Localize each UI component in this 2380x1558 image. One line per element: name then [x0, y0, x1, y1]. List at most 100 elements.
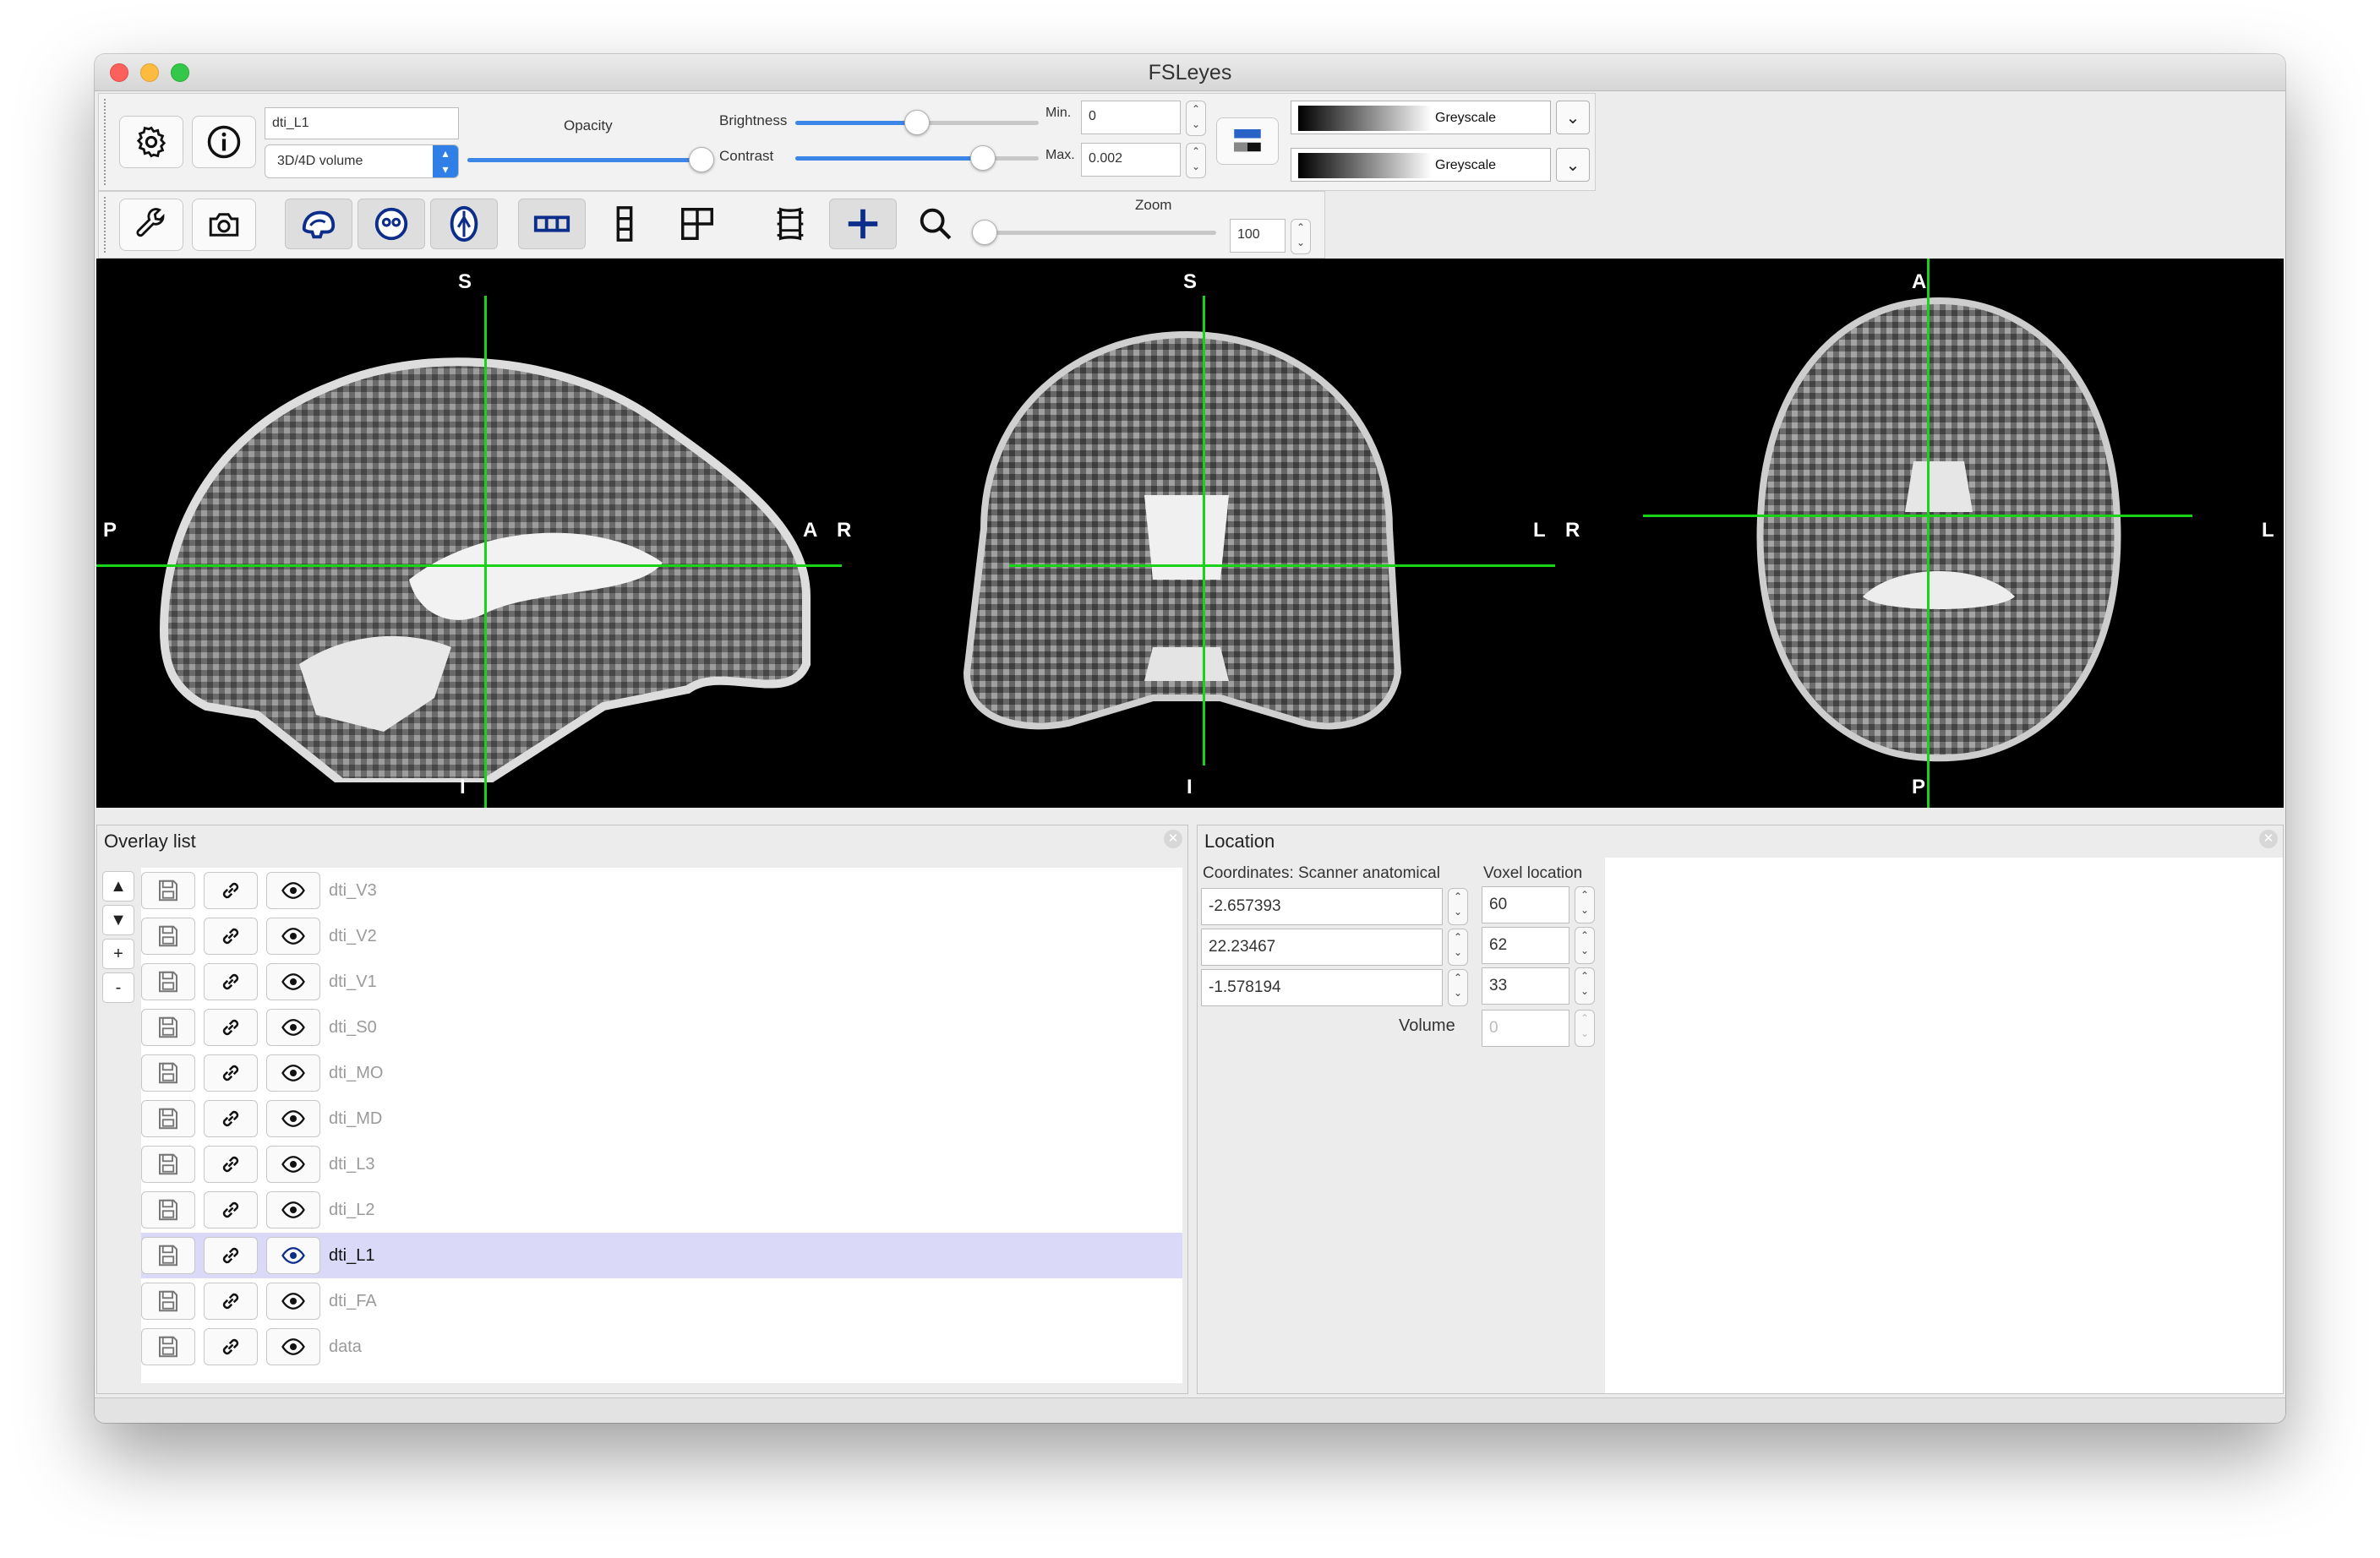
voxel-y-field[interactable]: 62 — [1482, 927, 1569, 964]
movie-mode-button[interactable] — [756, 199, 824, 249]
colormap-selector-2[interactable]: Greyscale — [1291, 148, 1551, 182]
link-overlay-button[interactable] — [204, 1237, 258, 1274]
toggle-visibility-button[interactable] — [266, 1054, 320, 1092]
save-overlay-button[interactable] — [141, 1009, 195, 1046]
toggle-visibility-button[interactable] — [266, 1191, 320, 1228]
overlay-row[interactable]: dti_FA — [141, 1278, 1182, 1324]
close-icon[interactable]: ✕ — [2259, 830, 2278, 848]
overlay-row[interactable]: dti_V2 — [141, 913, 1182, 959]
min-field[interactable]: 0 — [1081, 101, 1181, 134]
invert-range-button[interactable] — [1216, 117, 1279, 165]
toggle-visibility-button[interactable] — [266, 918, 320, 955]
zoom-slider[interactable] — [972, 220, 1216, 245]
max-field[interactable]: 0.002 — [1081, 143, 1181, 177]
overlay-name-field[interactable]: dti_L1 — [265, 107, 459, 139]
overlay-row[interactable]: dti_V3 — [141, 868, 1182, 913]
overlay-row[interactable]: dti_L3 — [141, 1141, 1182, 1187]
save-overlay-button[interactable] — [141, 1283, 195, 1320]
link-overlay-button[interactable] — [204, 1146, 258, 1183]
toggle-visibility-button[interactable] — [266, 1237, 320, 1274]
overlay-row[interactable]: dti_V1 — [141, 959, 1182, 1005]
grid-layout-button[interactable] — [663, 199, 731, 249]
horizontal-layout-button[interactable] — [518, 199, 586, 249]
overlay-row[interactable]: dti_L2 — [141, 1187, 1182, 1233]
min-stepper[interactable]: ⌃ ⌄ — [1186, 101, 1206, 136]
zoom-button[interactable] — [902, 199, 969, 249]
overlay-row[interactable]: dti_S0 — [141, 1005, 1182, 1050]
info-button[interactable] — [192, 116, 256, 168]
axial-slice[interactable] — [1744, 292, 2133, 765]
add-overlay-button[interactable]: + — [102, 939, 134, 969]
voxel-y-stepper[interactable]: ⌃ ⌄ — [1575, 927, 1595, 964]
link-overlay-button[interactable] — [204, 1100, 258, 1137]
save-overlay-button[interactable] — [141, 918, 195, 955]
toggle-visibility-button[interactable] — [266, 1146, 320, 1183]
toggle-visibility-button[interactable] — [266, 1283, 320, 1320]
save-overlay-button[interactable] — [141, 1146, 195, 1183]
coord-z-stepper[interactable]: ⌃ ⌄ — [1448, 969, 1468, 1006]
save-overlay-button[interactable] — [141, 1191, 195, 1228]
toggle-cursor-button[interactable] — [829, 199, 897, 249]
link-overlay-button[interactable] — [204, 918, 258, 955]
colormap-dropdown-1[interactable]: ⌄ — [1556, 101, 1590, 134]
coord-y-field[interactable]: 22.23467 — [1201, 929, 1443, 966]
overlay-row[interactable]: dti_L1 — [141, 1233, 1182, 1278]
voxel-z-field[interactable]: 33 — [1482, 967, 1569, 1005]
toggle-visibility-button[interactable] — [266, 872, 320, 909]
opacity-slider[interactable] — [467, 147, 715, 172]
volume-stepper[interactable]: ⌃ ⌄ — [1575, 1010, 1595, 1047]
brightness-knob[interactable] — [904, 110, 930, 135]
voxel-x-field[interactable]: 60 — [1482, 886, 1569, 923]
coronal-slice[interactable] — [950, 326, 1423, 765]
save-overlay-button[interactable] — [141, 1100, 195, 1137]
voxel-z-stepper[interactable]: ⌃ ⌄ — [1575, 967, 1595, 1005]
link-overlay-button[interactable] — [204, 1191, 258, 1228]
screenshot-button[interactable] — [192, 199, 256, 251]
max-stepper[interactable]: ⌃ ⌄ — [1186, 143, 1206, 178]
volume-field[interactable]: 0 — [1482, 1010, 1569, 1047]
zoom-knob[interactable] — [972, 220, 997, 245]
colormap-dropdown-2[interactable]: ⌄ — [1556, 148, 1590, 182]
coord-z-field[interactable]: -1.578194 — [1201, 969, 1443, 1006]
toolbar-grip[interactable] — [104, 197, 109, 253]
colormap-selector-1[interactable]: Greyscale — [1291, 101, 1551, 134]
sagittal-slice[interactable] — [130, 309, 823, 782]
toggle-sagittal-button[interactable] — [285, 199, 352, 249]
overlay-row[interactable]: data — [141, 1324, 1182, 1370]
save-overlay-button[interactable] — [141, 963, 195, 1000]
move-down-button[interactable]: ▼ — [102, 905, 134, 935]
toggle-visibility-button[interactable] — [266, 1009, 320, 1046]
contrast-knob[interactable] — [969, 145, 996, 171]
link-overlay-button[interactable] — [204, 1009, 258, 1046]
close-icon[interactable]: ✕ — [1164, 830, 1182, 848]
coord-x-stepper[interactable]: ⌃ ⌄ — [1448, 888, 1468, 925]
save-overlay-button[interactable] — [141, 1328, 195, 1365]
toggle-coronal-button[interactable] — [358, 199, 425, 249]
toolbar-grip[interactable] — [104, 99, 109, 185]
link-overlay-button[interactable] — [204, 963, 258, 1000]
settings-button[interactable] — [119, 116, 183, 168]
toggle-visibility-button[interactable] — [266, 1100, 320, 1137]
move-up-button[interactable]: ▲ — [102, 871, 134, 902]
voxel-x-stepper[interactable]: ⌃ ⌄ — [1575, 886, 1595, 923]
toggle-axial-button[interactable] — [430, 199, 498, 249]
opacity-knob[interactable] — [689, 147, 715, 172]
brightness-slider[interactable] — [795, 110, 1039, 135]
vertical-layout-button[interactable] — [591, 199, 658, 249]
remove-overlay-button[interactable]: - — [102, 972, 134, 1003]
coord-y-stepper[interactable]: ⌃ ⌄ — [1448, 929, 1468, 966]
save-overlay-button[interactable] — [141, 1054, 195, 1092]
save-overlay-button[interactable] — [141, 872, 195, 909]
contrast-slider[interactable] — [795, 145, 1039, 171]
toggle-visibility-button[interactable] — [266, 1328, 320, 1365]
view-settings-button[interactable] — [119, 199, 183, 251]
link-overlay-button[interactable] — [204, 1328, 258, 1365]
toggle-visibility-button[interactable] — [266, 963, 320, 1000]
link-overlay-button[interactable] — [204, 1054, 258, 1092]
save-overlay-button[interactable] — [141, 1237, 195, 1274]
ortho-viewer[interactable]: S I P A S I R L A P R L — [96, 259, 2284, 808]
coord-x-field[interactable]: -2.657393 — [1201, 888, 1443, 925]
link-overlay-button[interactable] — [204, 872, 258, 909]
zoom-field[interactable]: 100 — [1230, 219, 1286, 253]
zoom-stepper[interactable]: ⌃ ⌄ — [1291, 219, 1311, 254]
